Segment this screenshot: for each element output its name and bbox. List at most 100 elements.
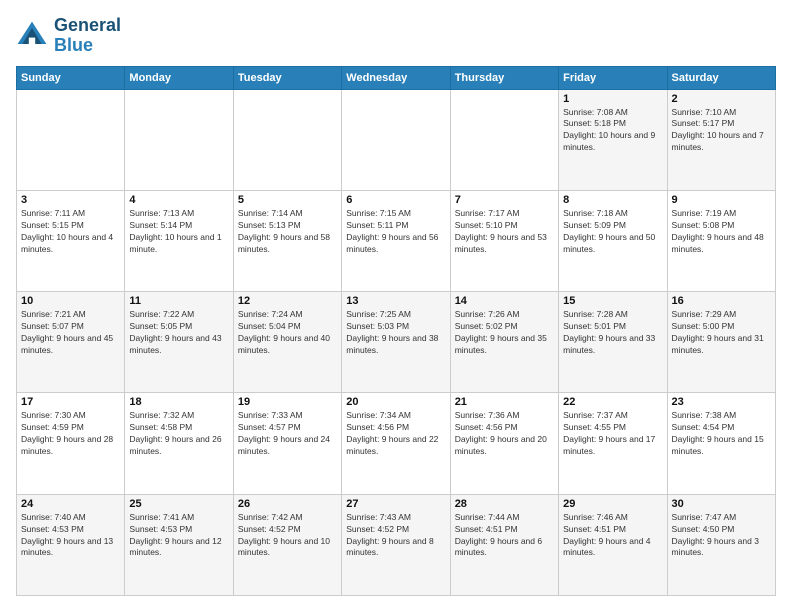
day-info: Sunrise: 7:25 AM Sunset: 5:03 PM Dayligh… bbox=[346, 309, 445, 357]
calendar-cell bbox=[125, 89, 233, 190]
calendar-cell: 21 Sunrise: 7:36 AM Sunset: 4:56 PM Dayli… bbox=[450, 393, 558, 494]
calendar: SundayMondayTuesdayWednesdayThursdayFrid… bbox=[16, 66, 776, 596]
day-number: 20 bbox=[346, 396, 445, 408]
weekday-header-monday: Monday bbox=[125, 66, 233, 89]
calendar-cell: 24 Sunrise: 7:40 AM Sunset: 4:53 PM Dayli… bbox=[17, 494, 125, 595]
calendar-cell: 19 Sunrise: 7:33 AM Sunset: 4:57 PM Dayli… bbox=[233, 393, 341, 494]
page: General Blue SundayMondayTuesdayWednesda… bbox=[0, 0, 792, 612]
day-info: Sunrise: 7:34 AM Sunset: 4:56 PM Dayligh… bbox=[346, 410, 445, 458]
calendar-cell: 14Sunrise: 7:26 AM Sunset: 5:02 PM Dayli… bbox=[450, 292, 558, 393]
calendar-week-0: 1 Sunrise: 7:08 AM Sunset: 5:18 PM Daylig… bbox=[17, 89, 776, 190]
day-number: 7 bbox=[455, 194, 554, 206]
calendar-cell: 25 Sunrise: 7:41 AM Sunset: 4:53 PM Dayli… bbox=[125, 494, 233, 595]
day-number: 27 bbox=[346, 498, 445, 510]
calendar-cell: 1 Sunrise: 7:08 AM Sunset: 5:18 PM Daylig… bbox=[559, 89, 667, 190]
calendar-cell: 23 Sunrise: 7:38 AM Sunset: 4:54 PM Dayli… bbox=[667, 393, 775, 494]
calendar-cell: 29 Sunrise: 7:46 AM Sunset: 4:51 PM Dayli… bbox=[559, 494, 667, 595]
day-number: 1 bbox=[563, 93, 662, 105]
day-number: 24 bbox=[21, 498, 120, 510]
calendar-cell: 3Sunrise: 7:11 AM Sunset: 5:15 PM Daylig… bbox=[17, 190, 125, 291]
logo-text: General Blue bbox=[54, 16, 121, 56]
day-info: Sunrise: 7:08 AM Sunset: 5:18 PM Dayligh… bbox=[563, 107, 662, 155]
day-info: Sunrise: 7:37 AM Sunset: 4:55 PM Dayligh… bbox=[563, 410, 662, 458]
day-number: 3 bbox=[21, 194, 120, 206]
calendar-cell: 11 Sunrise: 7:22 AM Sunset: 5:05 PM Dayli… bbox=[125, 292, 233, 393]
day-info: Sunrise: 7:41 AM Sunset: 4:53 PM Dayligh… bbox=[129, 512, 228, 560]
calendar-cell: 12 Sunrise: 7:24 AM Sunset: 5:04 PM Dayli… bbox=[233, 292, 341, 393]
calendar-week-3: 17Sunrise: 7:30 AM Sunset: 4:59 PM Dayli… bbox=[17, 393, 776, 494]
calendar-cell: 5 Sunrise: 7:14 AM Sunset: 5:13 PM Daylig… bbox=[233, 190, 341, 291]
day-number: 12 bbox=[238, 295, 337, 307]
day-info: Sunrise: 7:43 AM Sunset: 4:52 PM Dayligh… bbox=[346, 512, 445, 560]
day-info: Sunrise: 7:46 AM Sunset: 4:51 PM Dayligh… bbox=[563, 512, 662, 560]
calendar-cell bbox=[233, 89, 341, 190]
day-info: Sunrise: 7:19 AM Sunset: 5:08 PM Dayligh… bbox=[672, 208, 771, 256]
calendar-cell bbox=[450, 89, 558, 190]
day-info: Sunrise: 7:36 AM Sunset: 4:56 PM Dayligh… bbox=[455, 410, 554, 458]
day-info: Sunrise: 7:21 AM Sunset: 5:07 PM Dayligh… bbox=[21, 309, 120, 357]
day-info: Sunrise: 7:42 AM Sunset: 4:52 PM Dayligh… bbox=[238, 512, 337, 560]
weekday-header-wednesday: Wednesday bbox=[342, 66, 450, 89]
day-number: 26 bbox=[238, 498, 337, 510]
day-number: 23 bbox=[672, 396, 771, 408]
calendar-cell: 26 Sunrise: 7:42 AM Sunset: 4:52 PM Dayli… bbox=[233, 494, 341, 595]
day-number: 2 bbox=[672, 93, 771, 105]
calendar-week-2: 10 Sunrise: 7:21 AM Sunset: 5:07 PM Dayli… bbox=[17, 292, 776, 393]
day-info: Sunrise: 7:17 AM Sunset: 5:10 PM Dayligh… bbox=[455, 208, 554, 256]
day-number: 8 bbox=[563, 194, 662, 206]
logo: General Blue bbox=[16, 16, 121, 56]
day-info: Sunrise: 7:38 AM Sunset: 4:54 PM Dayligh… bbox=[672, 410, 771, 458]
day-info: Sunrise: 7:22 AM Sunset: 5:05 PM Dayligh… bbox=[129, 309, 228, 357]
calendar-cell: 28Sunrise: 7:44 AM Sunset: 4:51 PM Dayli… bbox=[450, 494, 558, 595]
calendar-cell: 18Sunrise: 7:32 AM Sunset: 4:58 PM Dayli… bbox=[125, 393, 233, 494]
day-number: 10 bbox=[21, 295, 120, 307]
calendar-cell bbox=[17, 89, 125, 190]
day-number: 6 bbox=[346, 194, 445, 206]
weekday-header-saturday: Saturday bbox=[667, 66, 775, 89]
calendar-cell: 6 Sunrise: 7:15 AM Sunset: 5:11 PM Daylig… bbox=[342, 190, 450, 291]
weekday-header-thursday: Thursday bbox=[450, 66, 558, 89]
day-number: 25 bbox=[129, 498, 228, 510]
day-info: Sunrise: 7:28 AM Sunset: 5:01 PM Dayligh… bbox=[563, 309, 662, 357]
day-number: 16 bbox=[672, 295, 771, 307]
calendar-cell: 2 Sunrise: 7:10 AM Sunset: 5:17 PM Daylig… bbox=[667, 89, 775, 190]
day-number: 21 bbox=[455, 396, 554, 408]
calendar-cell: 8 Sunrise: 7:18 AM Sunset: 5:09 PM Daylig… bbox=[559, 190, 667, 291]
day-info: Sunrise: 7:24 AM Sunset: 5:04 PM Dayligh… bbox=[238, 309, 337, 357]
calendar-cell: 10 Sunrise: 7:21 AM Sunset: 5:07 PM Dayli… bbox=[17, 292, 125, 393]
logo-icon bbox=[16, 20, 48, 52]
day-number: 11 bbox=[129, 295, 228, 307]
day-info: Sunrise: 7:40 AM Sunset: 4:53 PM Dayligh… bbox=[21, 512, 120, 560]
day-number: 18 bbox=[129, 396, 228, 408]
calendar-cell: 22Sunrise: 7:37 AM Sunset: 4:55 PM Dayli… bbox=[559, 393, 667, 494]
day-number: 13 bbox=[346, 295, 445, 307]
day-number: 28 bbox=[455, 498, 554, 510]
calendar-cell bbox=[342, 89, 450, 190]
day-number: 5 bbox=[238, 194, 337, 206]
day-number: 19 bbox=[238, 396, 337, 408]
day-info: Sunrise: 7:10 AM Sunset: 5:17 PM Dayligh… bbox=[672, 107, 771, 155]
day-info: Sunrise: 7:33 AM Sunset: 4:57 PM Dayligh… bbox=[238, 410, 337, 458]
calendar-week-1: 3Sunrise: 7:11 AM Sunset: 5:15 PM Daylig… bbox=[17, 190, 776, 291]
day-number: 17 bbox=[21, 396, 120, 408]
calendar-cell: 20 Sunrise: 7:34 AM Sunset: 4:56 PM Dayli… bbox=[342, 393, 450, 494]
calendar-cell: 4Sunrise: 7:13 AM Sunset: 5:14 PM Daylig… bbox=[125, 190, 233, 291]
day-info: Sunrise: 7:18 AM Sunset: 5:09 PM Dayligh… bbox=[563, 208, 662, 256]
calendar-cell: 7 Sunrise: 7:17 AM Sunset: 5:10 PM Daylig… bbox=[450, 190, 558, 291]
calendar-body: 1 Sunrise: 7:08 AM Sunset: 5:18 PM Daylig… bbox=[17, 89, 776, 595]
calendar-cell: 27 Sunrise: 7:43 AM Sunset: 4:52 PM Dayli… bbox=[342, 494, 450, 595]
calendar-cell: 9 Sunrise: 7:19 AM Sunset: 5:08 PM Daylig… bbox=[667, 190, 775, 291]
day-info: Sunrise: 7:29 AM Sunset: 5:00 PM Dayligh… bbox=[672, 309, 771, 357]
day-number: 15 bbox=[563, 295, 662, 307]
weekday-header-sunday: Sunday bbox=[17, 66, 125, 89]
day-number: 4 bbox=[129, 194, 228, 206]
day-info: Sunrise: 7:15 AM Sunset: 5:11 PM Dayligh… bbox=[346, 208, 445, 256]
calendar-cell: 17Sunrise: 7:30 AM Sunset: 4:59 PM Dayli… bbox=[17, 393, 125, 494]
day-number: 9 bbox=[672, 194, 771, 206]
calendar-cell: 30Sunrise: 7:47 AM Sunset: 4:50 PM Dayli… bbox=[667, 494, 775, 595]
weekday-header-row: SundayMondayTuesdayWednesdayThursdayFrid… bbox=[17, 66, 776, 89]
day-info: Sunrise: 7:47 AM Sunset: 4:50 PM Dayligh… bbox=[672, 512, 771, 560]
day-info: Sunrise: 7:14 AM Sunset: 5:13 PM Dayligh… bbox=[238, 208, 337, 256]
day-number: 29 bbox=[563, 498, 662, 510]
day-info: Sunrise: 7:26 AM Sunset: 5:02 PM Dayligh… bbox=[455, 309, 554, 357]
